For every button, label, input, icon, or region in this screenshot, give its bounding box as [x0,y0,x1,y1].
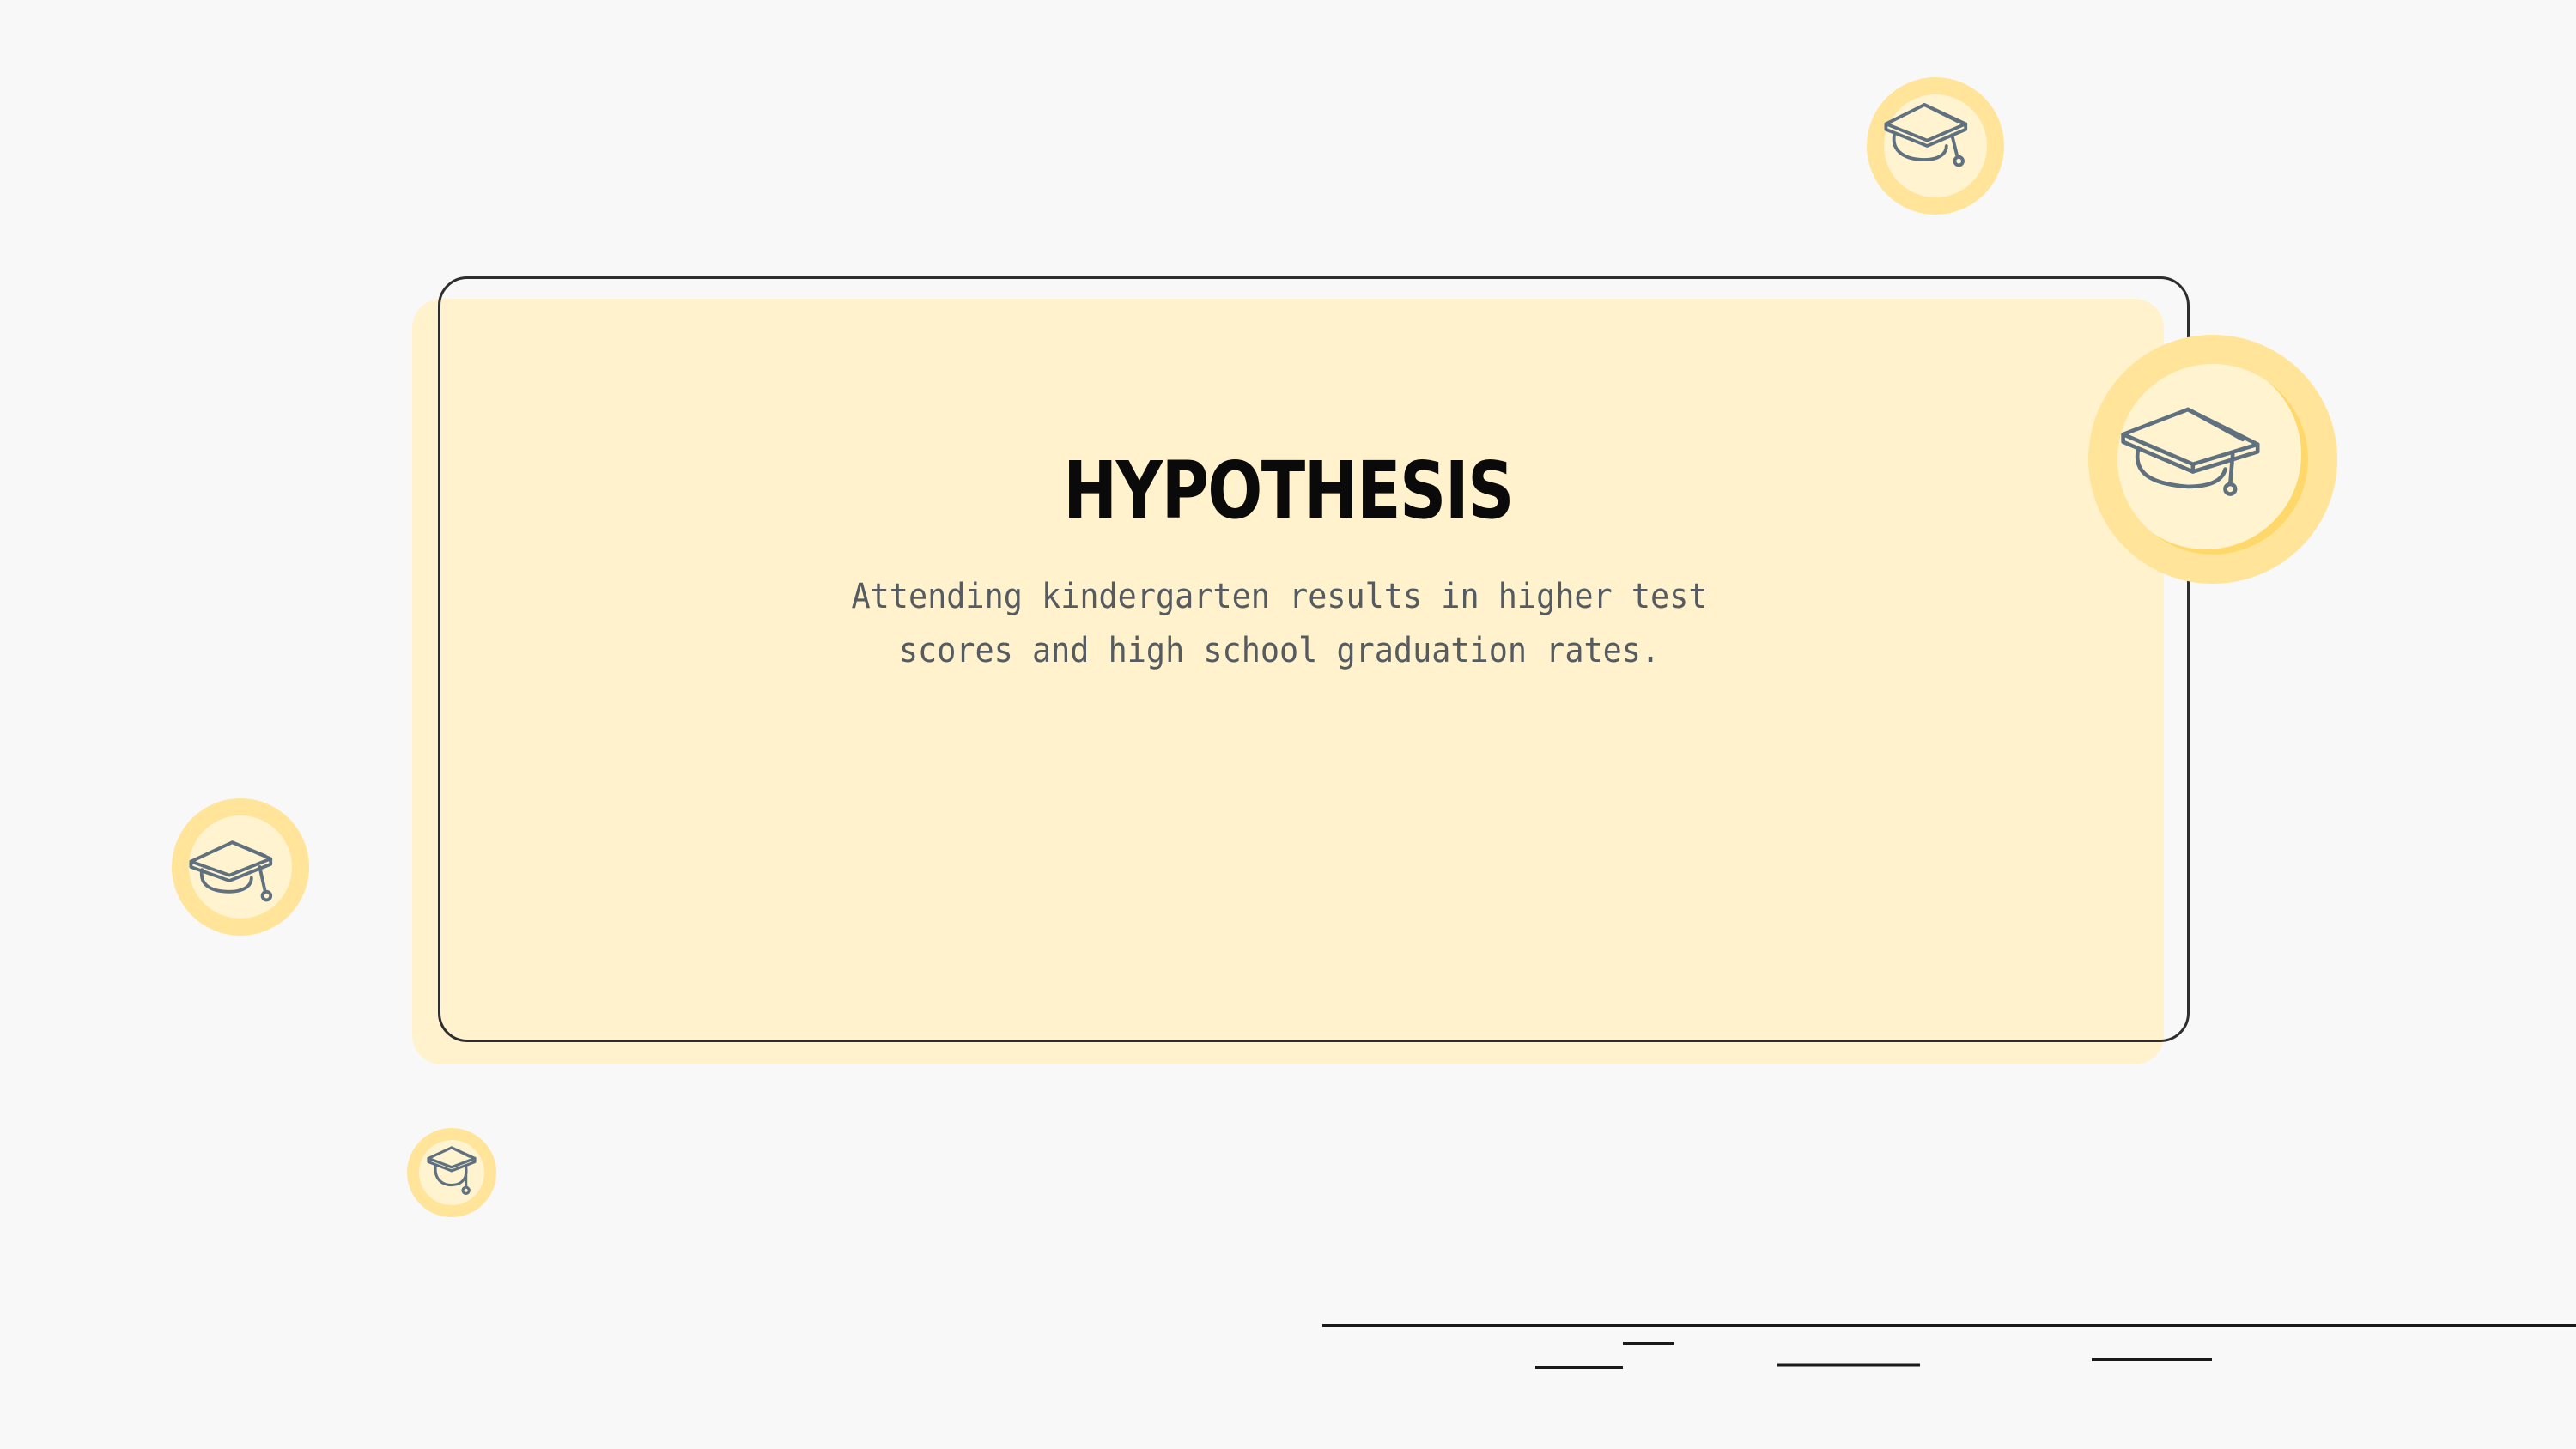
slide: HYPOTHESIS Attending kindergarten result… [0,0,2576,1449]
